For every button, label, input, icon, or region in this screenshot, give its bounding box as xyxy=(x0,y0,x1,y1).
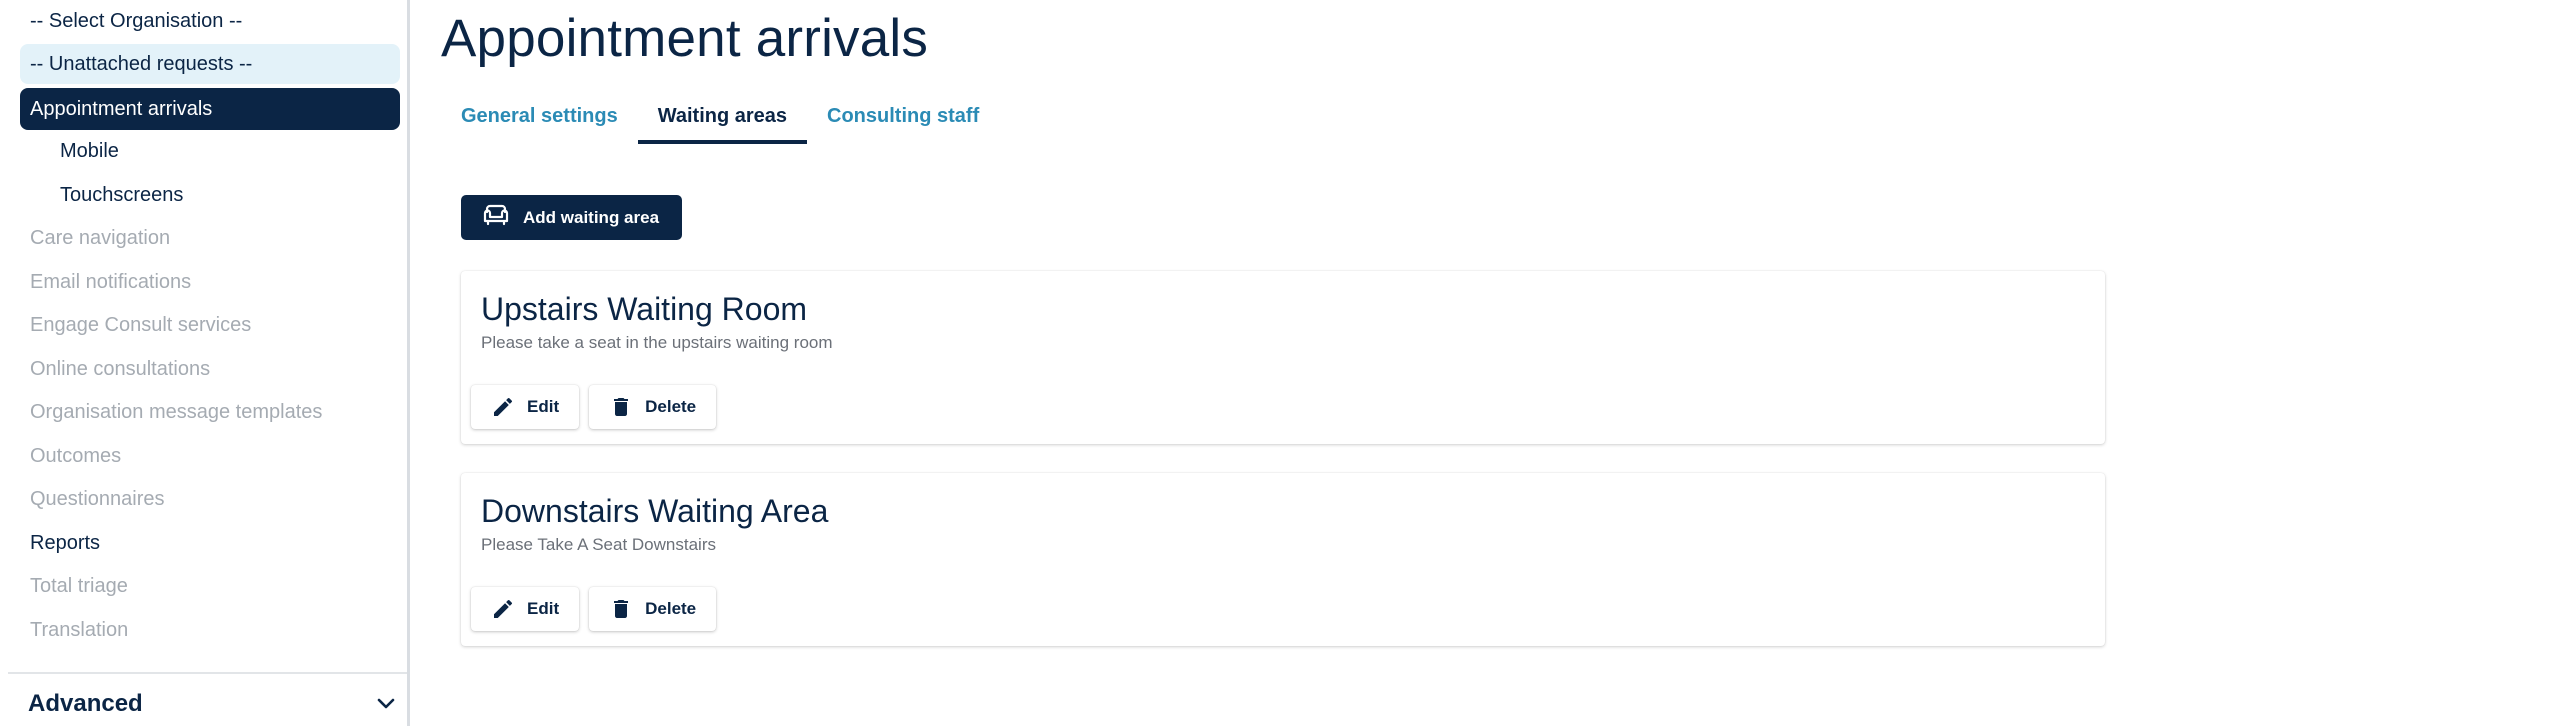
waiting-area-name: Upstairs Waiting Room xyxy=(481,291,808,327)
sidebar-item-questionnaires: Questionnaires xyxy=(30,488,165,510)
sidebar-item-reports[interactable]: Reports xyxy=(20,522,400,566)
sidebar: -- Select Organisation -- -- Unattached … xyxy=(0,0,410,726)
waiting-area-card: Downstairs Waiting Area Please Take A Se… xyxy=(461,473,2105,646)
sidebar-item-total-triage: Total triage xyxy=(30,575,128,597)
delete-label: Delete xyxy=(645,397,697,416)
page-title: Appointment arrivals xyxy=(441,9,929,68)
add-waiting-area-button[interactable]: Add waiting area xyxy=(461,195,682,240)
sofa-icon xyxy=(481,203,511,232)
sidebar-item-appointment-arrivals[interactable]: Appointment arrivals xyxy=(20,88,400,130)
tab-general-settings[interactable]: General settings xyxy=(441,88,638,144)
pencil-icon xyxy=(491,597,515,621)
advanced-label: Advanced xyxy=(28,690,143,717)
sidebar-divider xyxy=(8,672,407,674)
sidebar-item-engage-consult-services: Engage Consult services xyxy=(30,314,252,336)
delete-button[interactable]: Delete xyxy=(589,385,717,429)
sidebar-item-organisation-message-templates: Organisation message templates xyxy=(30,401,323,423)
advanced-section-toggle[interactable]: Advanced xyxy=(28,684,398,724)
waiting-area-description: Please Take A Seat Downstairs xyxy=(481,535,716,554)
main-content: Appointment arrivals General settings Wa… xyxy=(413,0,2559,726)
sidebar-nav: -- Select Organisation -- -- Unattached … xyxy=(20,0,400,652)
delete-button[interactable]: Delete xyxy=(589,587,717,631)
card-actions: Edit Delete xyxy=(471,587,717,631)
add-waiting-area-label: Add waiting area xyxy=(523,207,660,227)
chevron-down-icon xyxy=(374,692,398,716)
sidebar-item-unattached-requests[interactable]: -- Unattached requests -- xyxy=(20,44,400,84)
waiting-area-card: Upstairs Waiting Room Please take a seat… xyxy=(461,271,2105,444)
waiting-area-name: Downstairs Waiting Area xyxy=(481,493,829,529)
waiting-area-description: Please take a seat in the upstairs waiti… xyxy=(481,333,833,352)
tab-bar: General settings Waiting areas Consultin… xyxy=(441,88,999,144)
sidebar-item-select-organisation[interactable]: -- Select Organisation -- xyxy=(20,0,400,42)
trash-icon xyxy=(609,597,633,621)
pencil-icon xyxy=(491,395,515,419)
edit-button[interactable]: Edit xyxy=(471,587,580,631)
sidebar-item-mobile[interactable]: Mobile xyxy=(20,130,400,174)
sidebar-item-outcomes: Outcomes xyxy=(30,444,122,467)
edit-label: Edit xyxy=(527,397,560,416)
edit-button[interactable]: Edit xyxy=(471,385,580,429)
sidebar-item-touchscreens[interactable]: Touchscreens xyxy=(20,174,400,218)
tab-waiting-areas[interactable]: Waiting areas xyxy=(637,88,808,144)
sidebar-item-translation: Translation xyxy=(30,618,129,641)
sidebar-item-online-consultations: Online consultations xyxy=(30,357,211,380)
edit-label: Edit xyxy=(527,599,560,618)
sidebar-item-email-notifications: Email notifications xyxy=(30,270,192,293)
card-actions: Edit Delete xyxy=(471,385,717,429)
tab-consulting-staff[interactable]: Consulting staff xyxy=(807,88,999,144)
trash-icon xyxy=(609,395,633,419)
delete-label: Delete xyxy=(645,599,697,618)
sidebar-item-care-navigation: Care navigation xyxy=(30,227,171,249)
